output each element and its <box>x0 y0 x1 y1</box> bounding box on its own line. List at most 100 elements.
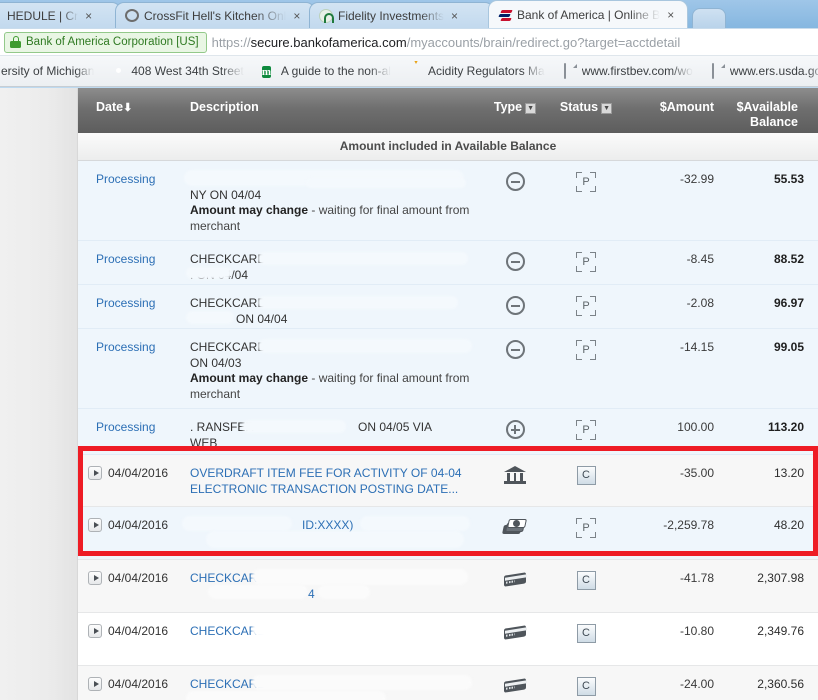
column-header-status[interactable]: Status ▼ <box>550 100 622 114</box>
address-bar[interactable]: Bank of America Corporation [US] https:/… <box>0 28 818 56</box>
row-status-cell: P <box>550 172 622 192</box>
chevron-down-icon[interactable]: ▼ <box>601 103 613 114</box>
description-merchant-redacted: CHECKCARD <box>190 296 267 310</box>
description-line-2: ON 04/03 <box>190 355 242 370</box>
description-line-2: . ON 04/04 <box>190 267 249 282</box>
bookmarks-bar: ersity of Michigan 408 West 34th Street … <box>0 56 818 87</box>
row-date-cell: Processing <box>78 296 186 310</box>
status-pending-badge: P <box>576 518 596 538</box>
row-amount: -35.00 <box>679 466 714 480</box>
bank-icon <box>504 466 526 484</box>
description-line-1: CHECKCARD <box>190 296 476 312</box>
table-row[interactable]: 04/04/2016 CHECKCARD C -24.00 2,360.56 <box>78 666 818 700</box>
row-status-cell: P <box>550 296 622 316</box>
bookmark-item[interactable]: m A guide to the non-al <box>253 61 400 81</box>
tab-close-icon[interactable]: × <box>451 9 458 23</box>
description-line-2[interactable]: 4 <box>190 587 476 603</box>
row-available-balance: 55.53 <box>773 172 804 186</box>
row-date-cell: Processing <box>78 172 186 186</box>
row-status-cell: P <box>550 340 622 360</box>
tab-close-icon[interactable]: × <box>667 8 674 22</box>
column-header-available-balance[interactable]: $Available Balance <box>718 100 808 130</box>
description-link-line-2[interactable]: ELECTRONIC TRANSACTION POSTING DATE... <box>190 482 476 498</box>
description-id-label[interactable]: ID:XXXX) <box>190 518 353 532</box>
column-header-type[interactable]: Type ▼ <box>480 100 550 114</box>
status-pending-badge: P <box>576 172 596 192</box>
description-line-1: CHECKCARD <box>190 172 476 188</box>
m-square-icon: m <box>261 66 272 78</box>
table-row[interactable]: 04/04/2016 CHECKCARD C -10.80 2,349.76 <box>78 613 818 666</box>
expand-row-icon[interactable] <box>88 518 102 532</box>
bookmark-item[interactable]: www.firstbev.com/wo <box>554 61 702 81</box>
url-text[interactable]: https://secure.bankofamerica.com/myaccou… <box>207 35 681 50</box>
expand-row-icon[interactable] <box>88 677 102 691</box>
table-row[interactable]: 04/04/2016 ID:XXXX) P -2,259.78 48.20 <box>78 507 818 560</box>
row-type-cell <box>480 172 550 191</box>
section-header-available-balance: Amount included in Available Balance <box>78 133 818 161</box>
description-link-line-1[interactable]: OVERDRAFT ITEM FEE FOR ACTIVITY OF 04-04 <box>190 466 476 482</box>
new-tab-button[interactable] <box>692 8 726 28</box>
column-label-type: Type <box>493 100 523 114</box>
description-line-1[interactable]: CHECKCARD <box>190 571 476 587</box>
row-amount: -41.78 <box>679 571 714 585</box>
status-pending-badge: P <box>576 340 596 360</box>
description-merchant-redacted: CHECKCARD <box>190 252 267 266</box>
row-type-cell <box>480 624 550 640</box>
row-available-balance: 113.20 <box>767 420 804 434</box>
table-row[interactable]: Processing CHECKCARD ON 04/03 Amount may… <box>78 329 818 409</box>
processing-status-link[interactable]: Processing <box>88 340 155 354</box>
column-header-amount[interactable]: $Amount <box>622 100 718 114</box>
bookmark-item[interactable]: 408 West 34th Street <box>103 61 253 81</box>
status-letter: P <box>582 522 590 534</box>
sort-descending-icon[interactable]: ⬇ <box>123 102 132 114</box>
row-available-balance: 88.52 <box>773 252 804 266</box>
column-label-balance-line2: Balance <box>750 115 798 129</box>
chevron-down-icon[interactable]: ▼ <box>525 103 537 114</box>
row-amount: -2,259.78 <box>663 518 714 532</box>
bookmark-item[interactable]: Acidity Regulators Ma <box>400 61 554 81</box>
bank-of-america-icon <box>498 8 513 22</box>
table-row[interactable]: Processing . RANSFER ON 04/05 VIA WEB P 1… <box>78 409 818 455</box>
table-row[interactable]: Processing CHECKCARD NY ON 04/04 Amount … <box>78 161 818 241</box>
status-letter: P <box>582 300 590 312</box>
bookmark-item[interactable]: ersity of Michigan <box>0 61 103 81</box>
processing-status-link[interactable]: Processing <box>88 172 155 186</box>
tab-close-icon[interactable]: × <box>85 9 92 23</box>
site-identity-chip[interactable]: Bank of America Corporation [US] <box>4 31 207 53</box>
tab-close-icon[interactable]: × <box>293 9 300 23</box>
expand-row-icon[interactable] <box>88 624 102 638</box>
table-row[interactable]: Processing CHECKCARD . ON 04/04 P -8.45 … <box>78 241 818 285</box>
expand-row-icon[interactable] <box>88 571 102 585</box>
row-status-cell: C <box>550 624 622 643</box>
processing-status-link[interactable]: Processing <box>88 420 155 434</box>
browser-tab-1[interactable]: CrossFit Hell's Kitchen Onl × <box>115 2 315 28</box>
bookmark-label: www.ers.usda.gov <box>729 64 818 78</box>
browser-tab-0[interactable]: HEDULE | Cr × <box>0 2 121 28</box>
status-cleared-badge: C <box>576 571 596 590</box>
description-line-1[interactable]: CHECKCARD <box>190 677 476 693</box>
status-letter: P <box>582 176 590 188</box>
expand-row-icon[interactable] <box>88 466 102 480</box>
column-label-date: Date <box>96 100 124 114</box>
description-transfer-label: . RANSFER <box>190 420 255 434</box>
browser-chrome: HEDULE | Cr × CrossFit Hell's Kitchen On… <box>0 0 818 88</box>
row-type-cell <box>480 296 550 315</box>
processing-status-link[interactable]: Processing <box>88 296 155 310</box>
table-row[interactable]: Processing CHECKCARD ON 04/04 P -2.08 96… <box>78 285 818 329</box>
row-type-cell <box>480 571 550 587</box>
table-row[interactable]: 04/04/2016 OVERDRAFT ITEM FEE FOR ACTIVI… <box>78 455 818 507</box>
table-row[interactable]: 04/04/2016 CHECKCARD 4 C -41.78 2,307.98 <box>78 560 818 613</box>
column-header-date[interactable]: Date⬇ <box>78 100 186 114</box>
tab-title: CrossFit Hell's Kitchen Onl <box>144 8 287 23</box>
minus-circle-icon <box>505 296 525 315</box>
bookmark-item[interactable]: www.ers.usda.gov <box>702 61 818 81</box>
browser-tab-2[interactable]: Fidelity Investments × <box>309 2 494 28</box>
row-description-cell: CHECKCARD 4 <box>186 569 480 603</box>
description-line-1[interactable]: CHECKCARD <box>190 624 476 640</box>
row-amount: -8.45 <box>686 252 714 266</box>
description-merchant-redacted: CHECKCARD <box>190 340 267 354</box>
column-label-amount: $Amount <box>659 100 714 114</box>
transactions-panel: Date⬇ Description Type ▼ Status ▼ $Amount … <box>78 88 818 700</box>
processing-status-link[interactable]: Processing <box>88 252 155 266</box>
browser-tab-3-active[interactable]: Bank of America | Online B × <box>488 0 688 28</box>
